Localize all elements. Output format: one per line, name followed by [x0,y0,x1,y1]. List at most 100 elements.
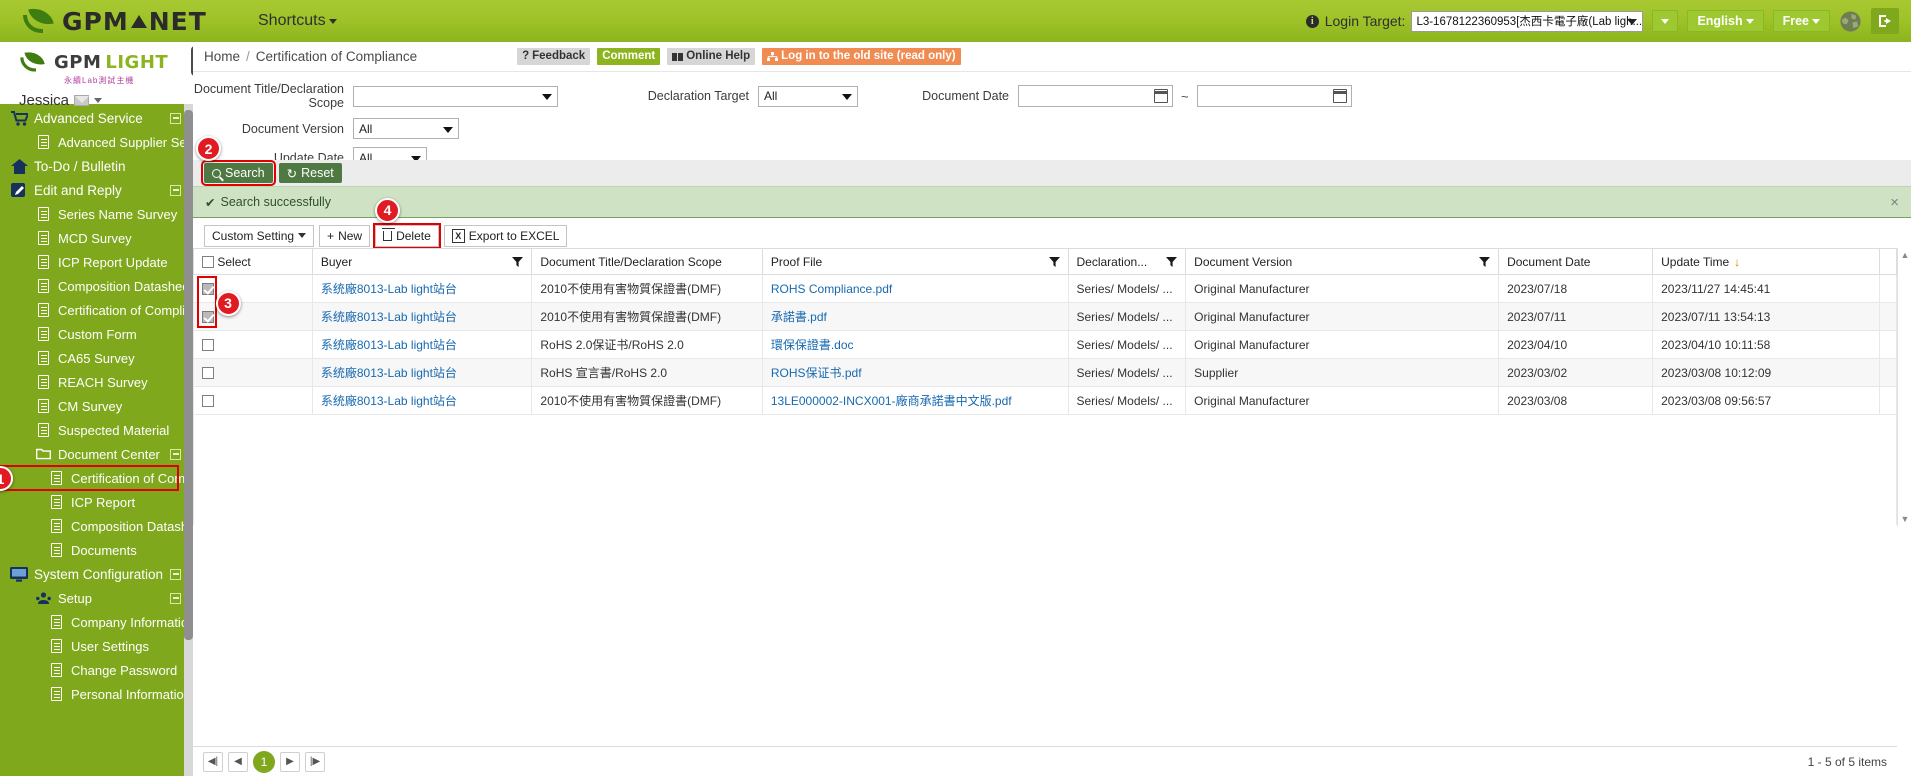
column-header-select[interactable]: Select [193,248,313,275]
sort-descending-icon[interactable]: ↓ [1734,255,1740,269]
current-page-button[interactable]: 1 [253,750,275,773]
row-select-cell[interactable] [193,358,313,387]
breadcrumb-home[interactable]: Home [204,49,240,64]
table-row[interactable]: 系统廠8013-Lab light站台 2010不使用有害物質保證書(DMF) 13… [193,386,1898,415]
scroll-down-arrow[interactable]: ▼ [1898,512,1911,526]
sidebar-item-ca65-survey[interactable]: CA65 Survey [0,346,193,370]
sidebar-item-suspected-material[interactable]: Suspected Material [0,418,193,442]
column-header-document-date[interactable]: Document Date [1498,248,1654,275]
new-button[interactable]: + New [319,224,371,247]
collapse-toggle-icon[interactable] [170,112,181,124]
cell-proof-file[interactable]: ROHS Compliance.pdf [762,274,1069,303]
reset-button[interactable]: ↻ Reset [278,163,342,183]
sidebar-item-composition-datasheet[interactable]: Composition Datasheet [0,514,193,538]
collapse-toggle-icon[interactable] [170,592,181,604]
sidebar-item-icp-report[interactable]: ICP Report [0,490,193,514]
collapse-toggle-icon[interactable] [170,184,181,196]
sidebar-item-change-password[interactable]: Change Password [0,658,193,682]
last-page-button[interactable]: |▶ [305,751,325,772]
cell-buyer[interactable]: 系统廠8013-Lab light站台 [312,302,533,331]
filter-icon[interactable] [512,257,524,267]
column-header-document-title-declaration-scope[interactable]: Document Title/Declaration Scope [531,248,763,275]
sidebar-item-reach-survey[interactable]: REACH Survey [0,370,193,394]
login-target-select[interactable]: L3-1678122360953[杰西卡電子廠(Lab ligh... [1411,10,1644,32]
cell-buyer[interactable]: 系统廠8013-Lab light站台 [312,358,533,387]
sidebar-item-documents[interactable]: Documents [0,538,193,562]
filter-icon[interactable] [1479,257,1491,267]
row-select-cell[interactable] [193,274,313,303]
sidebar-item-certification-of-compliance-update[interactable]: Certification of Compliance Update [0,298,193,322]
prev-page-button[interactable]: ◀ [228,751,248,772]
sidebar-item-icp-report-update[interactable]: ICP Report Update [0,250,193,274]
sidebar-item-system-configuration[interactable]: System Configuration [0,562,193,586]
cell-buyer[interactable]: 系统廠8013-Lab light站台 [312,274,533,303]
row-checkbox[interactable] [202,282,214,295]
plan-selector[interactable]: Free [1772,10,1830,32]
comment-button[interactable]: Comment [597,48,661,65]
search-button[interactable]: Search [201,160,276,186]
cell-buyer[interactable]: 系统廠8013-Lab light站台 [312,330,533,359]
logout-button[interactable] [1871,8,1899,34]
sidebar-item-series-name-survey[interactable]: Series Name Survey [0,202,193,226]
sidebar-item-user-settings[interactable]: User Settings [0,634,193,658]
sidebar-item-composition-datasheet-update[interactable]: Composition Datasheet Update [0,274,193,298]
delete-button[interactable]: Delete [373,222,441,249]
cell-proof-file[interactable]: ROHS保证书.pdf [762,358,1069,387]
table-row[interactable]: 系统廠8013-Lab light站台 2010不使用有害物質保證書(DMF) RO… [193,274,1898,303]
gpm-net-logo[interactable]: GPM NET [0,0,236,42]
sidebar-item-company-information[interactable]: Company Information [0,610,193,634]
sidebar-scrollbar[interactable] [184,104,193,776]
document-version-select[interactable]: All [353,118,459,139]
cell-proof-file[interactable]: 環保保證書.doc [762,330,1069,359]
column-header-declaration[interactable]: Declaration... [1068,248,1187,275]
row-checkbox[interactable] [202,394,214,407]
gpm-light-logo[interactable]: GPM LIGHT [6,47,193,77]
sidebar-item-setup[interactable]: Setup [0,586,193,610]
mail-icon[interactable] [74,95,90,106]
login-target-dropdown-button[interactable] [1652,10,1679,32]
column-header-document-version[interactable]: Document Version [1185,248,1500,275]
sidebar-item-certification-of-compliance[interactable]: Certification of Compliance [0,465,193,491]
online-help-button[interactable]: Online Help [667,48,756,65]
row-select-cell[interactable] [193,302,313,331]
old-site-login-button[interactable]: Log in to the old site (read only) [762,48,961,65]
sidebar-item-advanced-service[interactable]: Advanced Service [0,106,193,130]
row-select-cell[interactable] [193,386,313,415]
close-icon[interactable]: × [1890,195,1899,210]
sidebar-item-to-do-bulletin[interactable]: To-Do / Bulletin [0,154,193,178]
filter-icon[interactable] [1166,257,1178,267]
document-date-to-input[interactable] [1196,85,1352,107]
table-row[interactable]: 系统廠8013-Lab light站台 RoHS 宣言書/RoHS 2.0 ROHS… [193,358,1898,387]
cell-proof-file[interactable]: 承諾書.pdf [762,302,1069,331]
column-header-buyer[interactable]: Buyer [312,248,533,275]
language-selector[interactable]: English [1687,10,1764,32]
sidebar-item-advanced-supplier-service[interactable]: Advanced Supplier Service [0,130,193,154]
collapse-toggle-icon[interactable] [170,448,181,460]
filter-icon[interactable] [1048,257,1060,267]
scroll-up-arrow[interactable]: ▲ [1898,248,1911,262]
sidebar-scrollbar-thumb[interactable] [184,110,193,640]
row-select-cell[interactable] [193,330,313,359]
info-icon[interactable]: i [1305,14,1319,28]
export-excel-button[interactable]: X Export to EXCEL [443,224,568,247]
custom-setting-button[interactable]: Custom Setting [204,224,315,247]
sidebar-item-edit-and-reply[interactable]: Edit and Reply [0,178,193,202]
cell-buyer[interactable]: 系统廠8013-Lab light站台 [312,386,533,415]
select-all-checkbox[interactable] [202,255,214,268]
sidebar-item-mcd-survey[interactable]: MCD Survey [0,226,193,250]
sidebar-item-document-center[interactable]: Document Center [0,442,193,466]
next-page-button[interactable]: ▶ [280,751,300,772]
row-checkbox[interactable] [202,366,214,379]
globe-icon[interactable] [1839,10,1862,33]
first-page-button[interactable]: ◀| [203,751,223,772]
feedback-button[interactable]: ? Feedback [517,48,591,65]
column-header-proof-file[interactable]: Proof File [762,248,1069,275]
declaration-target-select[interactable]: All [758,85,858,107]
cell-proof-file[interactable]: 13LE000002-INCX001-廠商承諾書中文版.pdf [762,386,1069,415]
table-row[interactable]: 系统廠8013-Lab light站台 RoHS 2.0保证书/RoHS 2.0 環… [193,330,1898,359]
row-checkbox[interactable] [202,338,214,351]
shortcuts-menu[interactable]: Shortcuts [258,12,337,30]
document-title-select[interactable] [353,85,558,107]
collapse-toggle-icon[interactable] [170,568,181,580]
sidebar-item-cm-survey[interactable]: CM Survey [0,394,193,418]
